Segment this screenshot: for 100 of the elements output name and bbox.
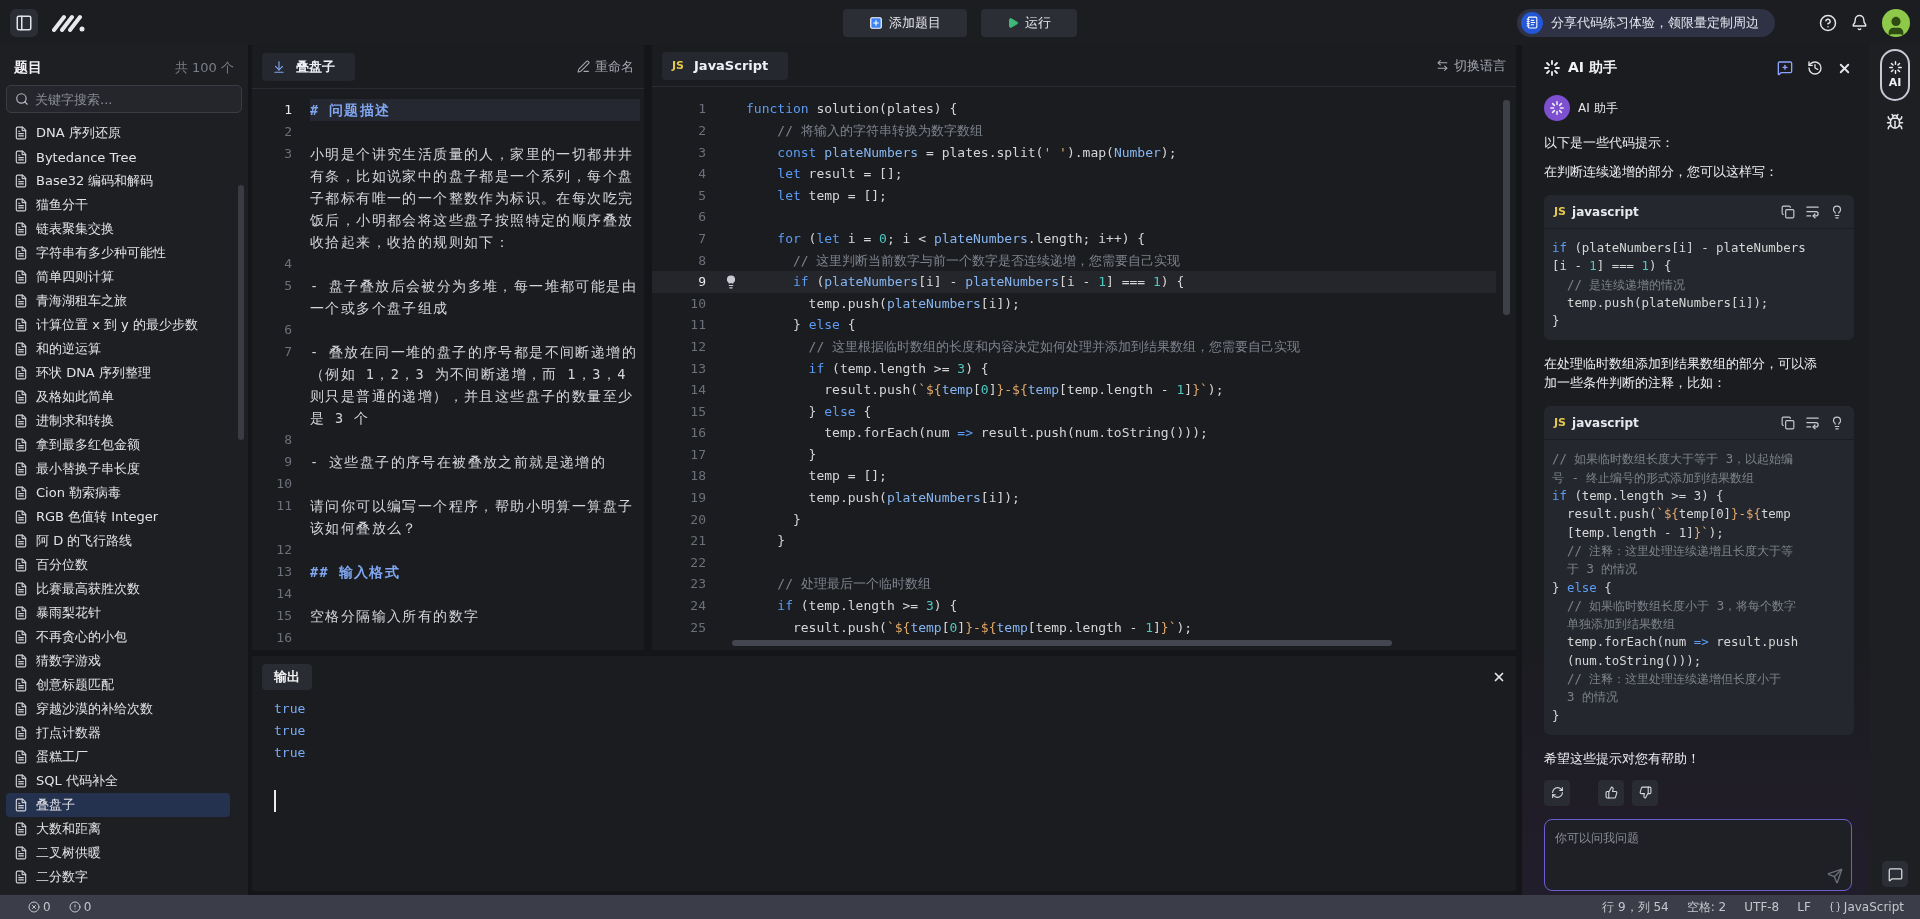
avatar[interactable] xyxy=(1882,8,1910,37)
problem-item[interactable]: 最小替换子串长度 xyxy=(6,457,230,481)
problem-item[interactable]: 暴雨梨花针 xyxy=(6,601,230,625)
problem-item[interactable]: 环状 DNA 序列整理 xyxy=(6,361,230,385)
line-number: 3 xyxy=(283,145,293,163)
problem-item[interactable]: 蛋糕工厂 xyxy=(6,745,230,769)
problem-item[interactable]: 和的逆运算 xyxy=(6,337,230,361)
insert-icon[interactable] xyxy=(1805,204,1820,219)
file-icon xyxy=(14,486,28,500)
copy-icon[interactable] xyxy=(1781,416,1795,430)
sidebar-toggle-button[interactable] xyxy=(10,8,38,37)
output-tab[interactable]: 输出 xyxy=(262,664,312,690)
line-ending[interactable]: LF xyxy=(1797,900,1811,914)
file-icon xyxy=(14,870,28,884)
error-count[interactable]: 0 xyxy=(43,900,51,914)
problem-item[interactable]: 百分位数 xyxy=(6,553,230,577)
scrollbar[interactable] xyxy=(732,640,1392,646)
lightbulb-icon[interactable] xyxy=(1830,416,1844,430)
chat-box[interactable]: 你可以问我问题 xyxy=(1544,819,1852,891)
chat-button[interactable] xyxy=(1882,861,1908,887)
problem-item[interactable]: 链表聚集交换 xyxy=(6,217,230,241)
switch-language-link[interactable]: 切换语言 xyxy=(1436,56,1506,75)
language-mode[interactable]: JavaScript xyxy=(1843,900,1904,914)
problem-item[interactable]: Base32 编码和解码 xyxy=(6,169,230,193)
problem-item[interactable]: 大数和距离 xyxy=(6,817,230,841)
problem-item[interactable]: Bytedance Tree xyxy=(6,145,230,169)
lightbulb-icon[interactable] xyxy=(1830,204,1844,219)
ai-button[interactable]: AI xyxy=(1880,49,1910,101)
thumbs-up-button[interactable] xyxy=(1598,779,1624,806)
send-button[interactable] xyxy=(1827,868,1843,884)
problem-item[interactable]: 青海湖租车之旅 xyxy=(6,289,230,313)
rename-link[interactable]: 重命名 xyxy=(577,57,634,76)
problem-text: - 盘子叠放后会被分为多堆，每一堆都可能是由 xyxy=(310,277,639,296)
code-line: temp.push(plateNumbers[i]); xyxy=(1565,293,1770,312)
problem-item[interactable]: 猜数字游戏 xyxy=(6,649,230,673)
regenerate-button[interactable] xyxy=(1544,779,1570,806)
add-problem-button[interactable]: 添加题目 xyxy=(843,8,967,37)
markdown-heading: ## 输入格式 xyxy=(310,563,402,582)
problem-text: 该如何叠放么？ xyxy=(310,519,419,538)
lightbulb-icon[interactable] xyxy=(724,275,738,290)
problem-item[interactable]: 字符串有多少种可能性 xyxy=(6,241,230,265)
file-icon xyxy=(14,558,28,572)
problem-item[interactable]: 不再贪心的小包 xyxy=(6,625,230,649)
search-box[interactable]: 关键字搜索... xyxy=(6,85,242,113)
problem-item[interactable]: 拿到最多红包金额 xyxy=(6,433,230,457)
thumbs-down-button[interactable] xyxy=(1632,779,1658,806)
problem-item[interactable]: RGB 色值转 Integer xyxy=(6,505,230,529)
problem-item[interactable]: 猫鱼分干 xyxy=(6,193,230,217)
file-icon xyxy=(14,702,28,716)
problem-item[interactable]: 计算位置 x 到 y 的最少步数 xyxy=(6,313,230,337)
problem-item[interactable]: 创意标题匹配 xyxy=(6,673,230,697)
problem-item[interactable]: 简单四则计算 xyxy=(6,265,230,289)
run-button[interactable]: 运行 xyxy=(981,8,1077,37)
encoding[interactable]: UTF-8 xyxy=(1744,900,1780,914)
chat-input[interactable]: 你可以问我问题 xyxy=(1555,830,1841,880)
problem-item[interactable]: 进制求和转换 xyxy=(6,409,230,433)
language-tab[interactable]: JS JavaScript xyxy=(662,51,789,80)
problem-item[interactable]: 打点计数器 xyxy=(6,721,230,745)
close-icon[interactable] xyxy=(1492,670,1506,684)
problem-item[interactable]: 二分数字 xyxy=(6,865,230,889)
refresh-icon xyxy=(1550,786,1564,800)
message-text: 以下是一些代码提示： xyxy=(1544,134,1675,152)
insert-icon[interactable] xyxy=(1805,415,1820,431)
history-icon[interactable] xyxy=(1807,60,1823,76)
problem-item[interactable]: 穿越沙漠的补给次数 xyxy=(6,697,230,721)
file-icon xyxy=(14,174,28,188)
code-line: let temp = []; xyxy=(776,186,887,205)
play-icon xyxy=(1007,16,1019,29)
indentation[interactable]: 空格: 2 xyxy=(1686,898,1727,916)
new-chat-icon[interactable] xyxy=(1777,60,1793,76)
search-field[interactable]: 关键字搜索... xyxy=(35,86,233,112)
problem-item[interactable]: DNA 序列还原 xyxy=(6,121,230,145)
line-number: 6 xyxy=(283,321,293,339)
file-icon xyxy=(14,630,28,644)
problem-item[interactable]: 及格如此简单 xyxy=(6,385,230,409)
problem-item[interactable]: 阿 D 的飞行路线 xyxy=(6,529,230,553)
scrollbar[interactable] xyxy=(1503,100,1510,315)
scrollbar[interactable] xyxy=(238,185,244,440)
file-icon xyxy=(14,534,28,548)
problem-item[interactable]: 叠盘子 xyxy=(6,793,230,817)
problem-item[interactable]: Cion 勒索病毒 xyxy=(6,481,230,505)
problem-item[interactable]: 二叉树供暖 xyxy=(6,841,230,865)
code-line: result.push(`${temp[0]}-${temp[temp.length - 1]}`); xyxy=(823,381,1224,400)
problem-tab[interactable]: 叠盘子 xyxy=(262,52,355,81)
bell-icon[interactable] xyxy=(1851,14,1868,31)
problem-item[interactable]: 比赛最高获胜次数 xyxy=(6,577,230,601)
problem-text: 是 3 个 xyxy=(310,409,371,428)
file-icon xyxy=(14,366,28,380)
problem-item[interactable]: SQL 代码补全 xyxy=(6,769,230,793)
warning-count[interactable]: 0 xyxy=(83,900,92,914)
file-icon xyxy=(14,270,28,284)
promo-banner[interactable]: 分享代码练习体验，领限量定制周边 xyxy=(1517,8,1775,37)
help-icon[interactable] xyxy=(1819,13,1837,32)
cursor-position[interactable]: 行 9，列 54 xyxy=(1602,898,1669,916)
bug-icon[interactable] xyxy=(1886,113,1904,131)
line-number: 5 xyxy=(283,277,293,295)
copy-icon[interactable] xyxy=(1781,204,1795,219)
file-icon xyxy=(14,774,28,788)
line-number: 2 xyxy=(697,121,707,140)
sender-name: AI 助手 xyxy=(1578,99,1618,117)
